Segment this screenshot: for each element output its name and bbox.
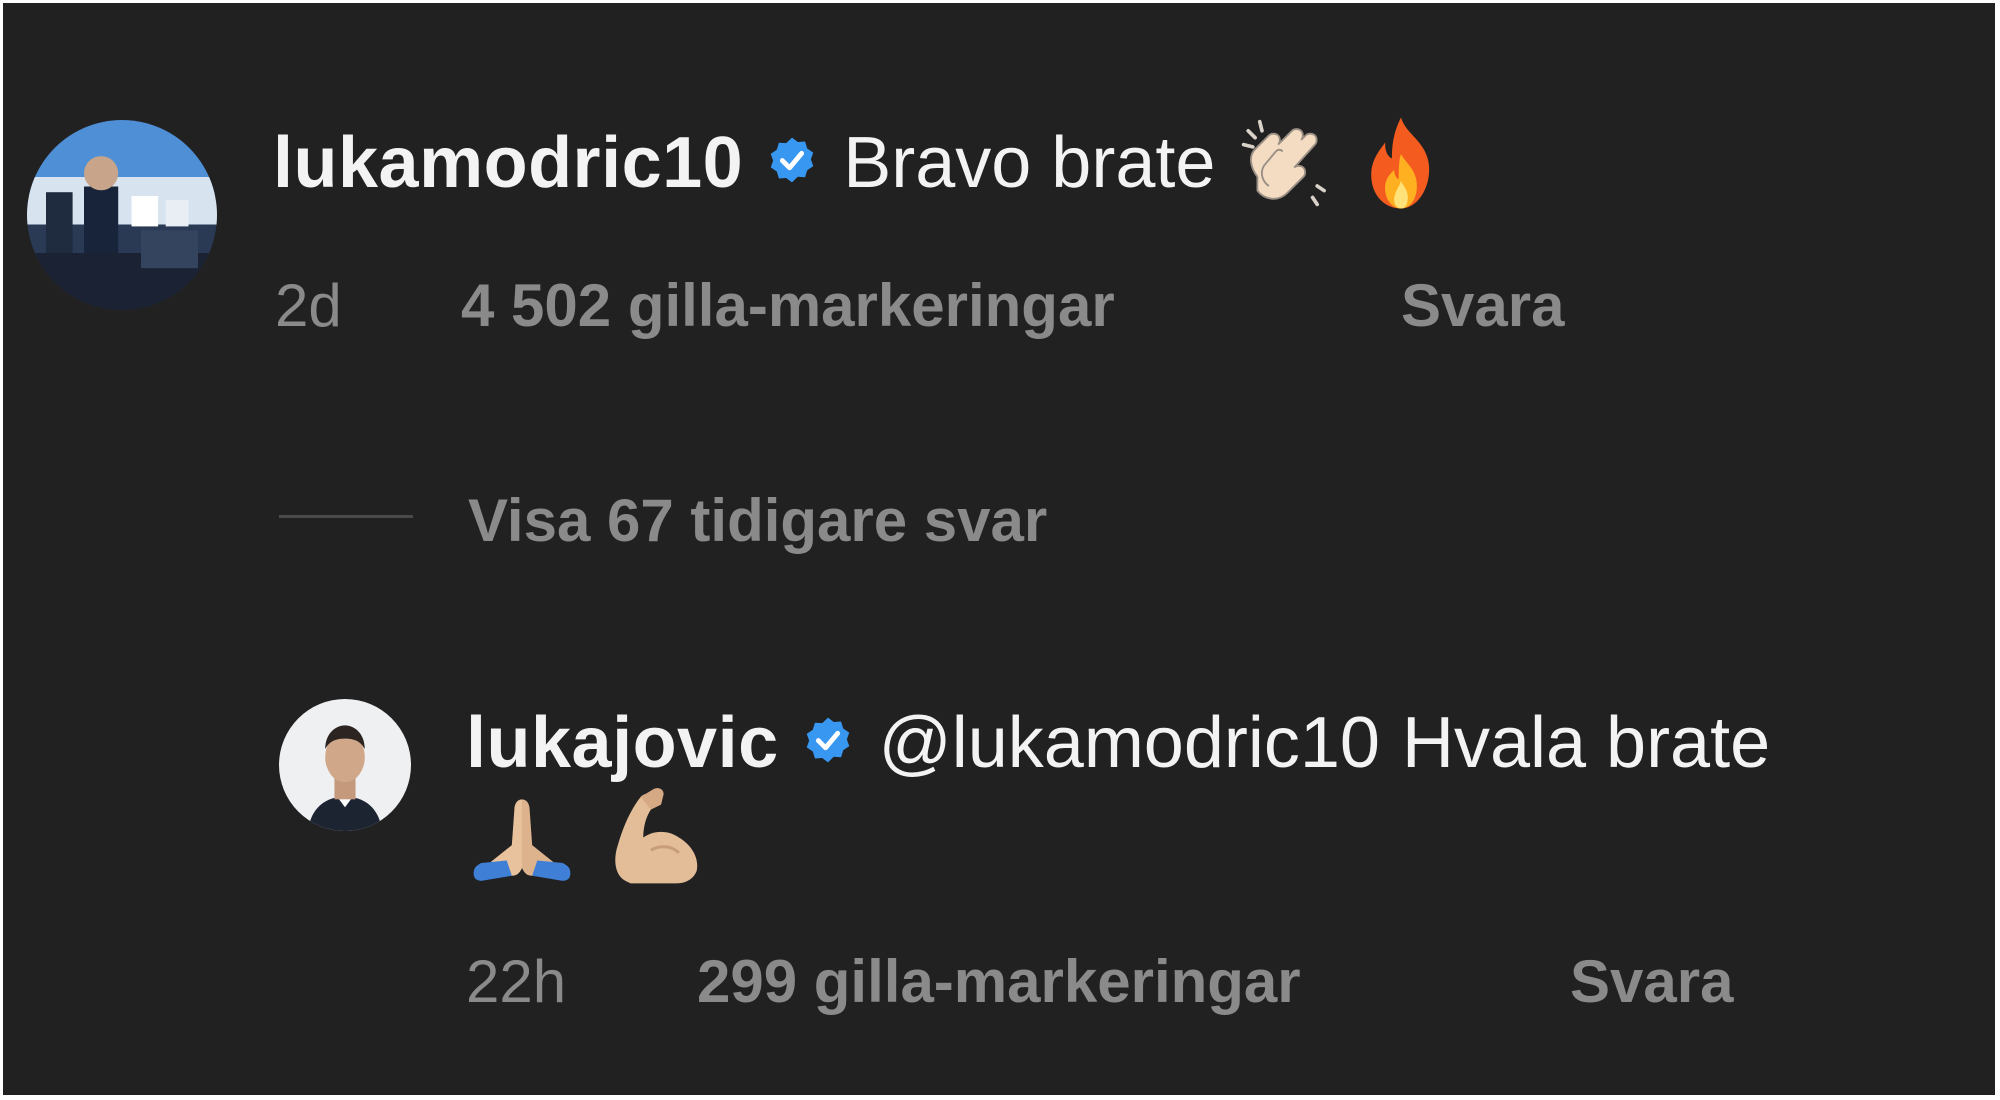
reply-time: 22h bbox=[466, 948, 567, 1015]
replies-divider bbox=[279, 515, 413, 518]
flexed-biceps-emoji-icon bbox=[600, 783, 712, 887]
comments-panel: lukamodric10 Bravo brate 2d 4 502 gilla-… bbox=[3, 3, 1995, 1095]
avatar-photo-icon bbox=[279, 699, 411, 831]
folded-hands-emoji-icon bbox=[466, 783, 578, 887]
reply-header: lukajovic @lukamodric10 Hvala brate bbox=[466, 698, 1770, 788]
comment-header: lukamodric10 Bravo brate bbox=[273, 117, 1447, 209]
avatar[interactable] bbox=[279, 699, 411, 831]
likes-count-button[interactable]: 4 502 gilla-markeringar bbox=[461, 271, 1115, 340]
mention-link[interactable]: @lukamodric10 bbox=[879, 702, 1380, 784]
reply-text: Hvala brate bbox=[1401, 703, 1771, 783]
clapping-hands-emoji-icon bbox=[1239, 117, 1331, 209]
username[interactable]: lukajovic bbox=[466, 702, 779, 784]
reply-button[interactable]: Svara bbox=[1401, 271, 1564, 340]
reply-button[interactable]: Svara bbox=[1570, 947, 1733, 1016]
username[interactable]: lukamodric10 bbox=[273, 122, 743, 204]
comment-time: 2d bbox=[275, 272, 342, 339]
verified-badge-icon bbox=[799, 714, 857, 772]
view-previous-replies-button[interactable]: Visa 67 tidigare svar bbox=[468, 486, 1047, 555]
fire-emoji-icon bbox=[1355, 113, 1447, 213]
avatar-photo-icon bbox=[27, 120, 217, 310]
avatar[interactable] bbox=[27, 120, 217, 310]
comment-text: Bravo brate bbox=[843, 123, 1216, 203]
verified-badge-icon bbox=[763, 134, 821, 192]
likes-count-button[interactable]: 299 gilla-markeringar bbox=[697, 947, 1301, 1016]
reply-emojis bbox=[466, 783, 712, 887]
